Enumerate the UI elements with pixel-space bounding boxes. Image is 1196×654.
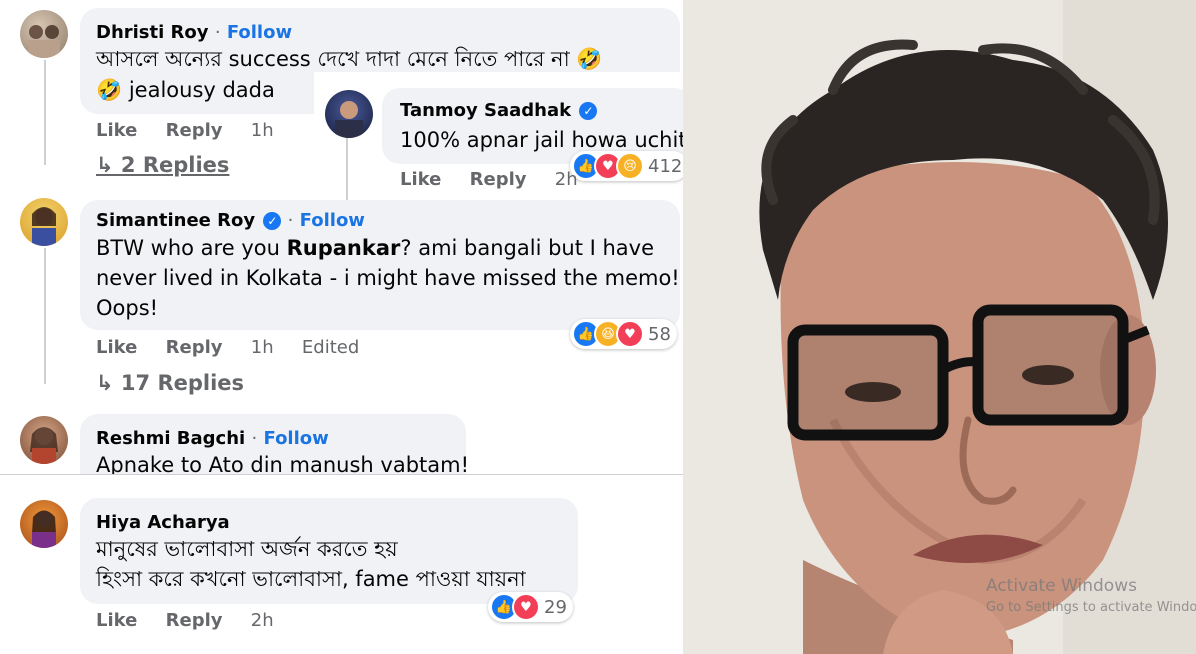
mentioned-name: Rupankar bbox=[286, 236, 401, 260]
comment-text: BTW who are you Rupankar? ami bangali bu… bbox=[96, 233, 654, 263]
like-button[interactable]: Like bbox=[400, 169, 441, 190]
reply-overlay: Tanmoy Saadhak ✓ 100% apnar jail howa uc… bbox=[314, 72, 683, 202]
comment-text: হিংসা করে কখনো ভালোবাসা, fame পাওয়া যায… bbox=[96, 567, 526, 591]
reaction-count: 412 bbox=[648, 155, 683, 177]
comment-text: Oops! bbox=[96, 296, 159, 320]
comment-text: আসলে অন্যের success দেখে দাদা মেনে নিতে … bbox=[96, 47, 603, 71]
comment-text: never lived in Kolkata - i might have mi… bbox=[96, 266, 680, 290]
comment-author: Hiya Acharya bbox=[96, 512, 230, 533]
activate-windows-subtitle: Go to Settings to activate Windows. bbox=[986, 600, 1196, 615]
author-name[interactable]: Reshmi Bagchi bbox=[96, 428, 245, 449]
love-reaction-icon: ♥ bbox=[512, 593, 540, 621]
comment-time[interactable]: 2h bbox=[251, 610, 274, 631]
reaction-summary[interactable]: 👍 ♥ 29 bbox=[488, 592, 573, 622]
avatar-photo bbox=[30, 427, 58, 464]
like-button[interactable]: Like bbox=[96, 120, 137, 141]
thread-line bbox=[44, 60, 46, 165]
like-button[interactable]: Like bbox=[96, 610, 137, 631]
reply-button[interactable]: Reply bbox=[166, 337, 223, 358]
reply-button[interactable]: Reply bbox=[166, 610, 223, 631]
screenshot-crop-gap bbox=[0, 474, 683, 494]
comment-actions: Like Reply 2h bbox=[400, 169, 600, 190]
comment-text: 🤣 jealousy dada bbox=[96, 78, 275, 102]
thread-line bbox=[346, 132, 348, 202]
comment-actions: Like Reply 1h Edited bbox=[96, 337, 381, 358]
comment-author: Dhristi Roy · Follow bbox=[96, 22, 292, 43]
activate-windows-title: Activate Windows bbox=[986, 576, 1137, 596]
like-button[interactable]: Like bbox=[96, 337, 137, 358]
avatar-photo bbox=[32, 207, 56, 246]
author-name[interactable]: Simantinee Roy bbox=[96, 210, 255, 231]
separator-dot: · bbox=[287, 210, 294, 231]
comment-time[interactable]: 2h bbox=[555, 169, 578, 190]
author-name[interactable]: Hiya Acharya bbox=[96, 512, 230, 533]
comment-time[interactable]: 1h bbox=[251, 120, 274, 141]
comments-panel: Dhristi Roy · Follow আসলে অন্যের success… bbox=[0, 0, 683, 654]
comment-actions: Like Reply 1h bbox=[96, 120, 296, 141]
divider bbox=[0, 474, 683, 475]
thread-line bbox=[44, 248, 46, 384]
view-replies-link[interactable]: ↳ 17 Replies bbox=[96, 371, 244, 395]
follow-button[interactable]: Follow bbox=[227, 22, 292, 43]
avatar[interactable] bbox=[20, 198, 68, 246]
comment-text-part: BTW who are you bbox=[96, 236, 287, 260]
comment-time[interactable]: 1h bbox=[251, 337, 274, 358]
comment-actions: Like Reply 2h bbox=[96, 610, 296, 631]
avatar[interactable] bbox=[325, 90, 373, 138]
avatar[interactable] bbox=[20, 500, 68, 548]
comment-text-part: ? ami bangali but I have bbox=[400, 236, 655, 260]
avatar-photo bbox=[32, 510, 56, 548]
author-name[interactable]: Tanmoy Saadhak bbox=[400, 100, 571, 121]
author-name[interactable]: Dhristi Roy bbox=[96, 22, 209, 43]
follow-button[interactable]: Follow bbox=[300, 210, 365, 231]
video-frame: Activate Windows Go to Settings to activ… bbox=[683, 0, 1196, 654]
view-replies-link[interactable]: ↳ 2 Replies bbox=[96, 153, 229, 177]
edited-label: Edited bbox=[301, 337, 360, 358]
follow-button[interactable]: Follow bbox=[264, 428, 329, 449]
verified-badge-icon: ✓ bbox=[263, 212, 282, 230]
avatar-photo bbox=[28, 25, 60, 58]
reaction-summary[interactable]: 👍 😆 ♥ 58 bbox=[570, 319, 677, 349]
separator-dot: · bbox=[251, 428, 258, 449]
avatar-photo bbox=[335, 101, 363, 138]
avatar[interactable] bbox=[20, 416, 68, 464]
reaction-count: 58 bbox=[648, 323, 671, 345]
comment-author: Simantinee Roy ✓ · Follow bbox=[96, 210, 365, 231]
reaction-count: 29 bbox=[544, 596, 567, 618]
comment-author: Tanmoy Saadhak ✓ bbox=[400, 100, 598, 121]
sad-reaction-icon: 😢 bbox=[616, 152, 644, 180]
verified-badge-icon: ✓ bbox=[579, 102, 598, 120]
comment-text: মানুষের ভালোবাসা অর্জন করতে হয় bbox=[96, 537, 398, 561]
love-reaction-icon: ♥ bbox=[616, 320, 644, 348]
separator-dot: · bbox=[214, 22, 221, 43]
reply-button[interactable]: Reply bbox=[166, 120, 223, 141]
reply-button[interactable]: Reply bbox=[470, 169, 527, 190]
avatar[interactable] bbox=[20, 10, 68, 58]
man-with-glasses-image bbox=[683, 0, 1196, 654]
comment-author: Reshmi Bagchi · Follow bbox=[96, 428, 329, 449]
